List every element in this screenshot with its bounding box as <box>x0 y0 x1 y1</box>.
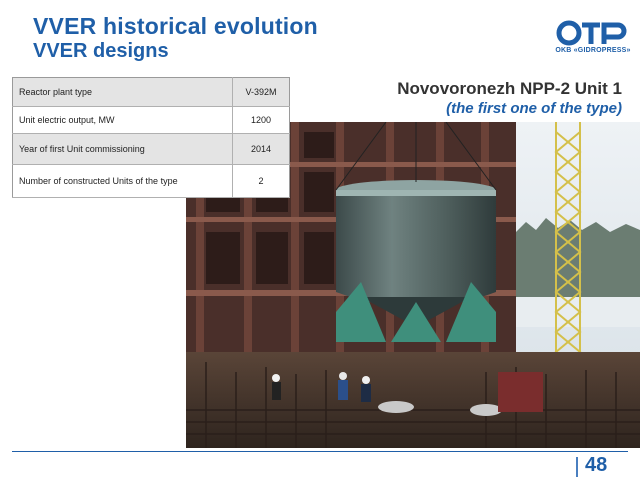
table-row-label: Reactor plant type <box>12 77 233 107</box>
table-row-label: Year of first Unit commissioning <box>12 133 233 165</box>
table-row: Number of constructed Units of the type … <box>12 164 290 198</box>
table-row-value: 2 <box>232 164 290 198</box>
table-row: Unit electric output, MW 1200 <box>12 106 290 134</box>
table-row-label: Unit electric output, MW <box>12 106 233 134</box>
page-number-separator <box>576 457 578 477</box>
table-row-value: 2014 <box>232 133 290 165</box>
photo-headline: Novovoronezh NPP-2 Unit 1 <box>397 79 622 98</box>
table-row: Reactor plant type V-392M <box>12 77 290 107</box>
slide-subtitle: VVER designs <box>33 40 169 62</box>
table-row-label: Number of constructed Units of the type <box>12 164 233 198</box>
table-row: Year of first Unit commissioning 2014 <box>12 133 290 165</box>
specification-table: Reactor plant type V-392M Unit electric … <box>12 77 290 198</box>
photo-headline-note: (the first one of the type) <box>446 100 622 117</box>
logo-caption: OKB «GIDROPRESS» <box>555 47 631 54</box>
slide-title: VVER historical evolution <box>33 13 318 39</box>
page-number: 48 <box>585 454 608 476</box>
table-row-value: 1200 <box>232 106 290 134</box>
footer-divider <box>12 451 628 452</box>
table-row-value: V-392M <box>232 77 290 107</box>
company-logo-icon <box>556 20 627 46</box>
